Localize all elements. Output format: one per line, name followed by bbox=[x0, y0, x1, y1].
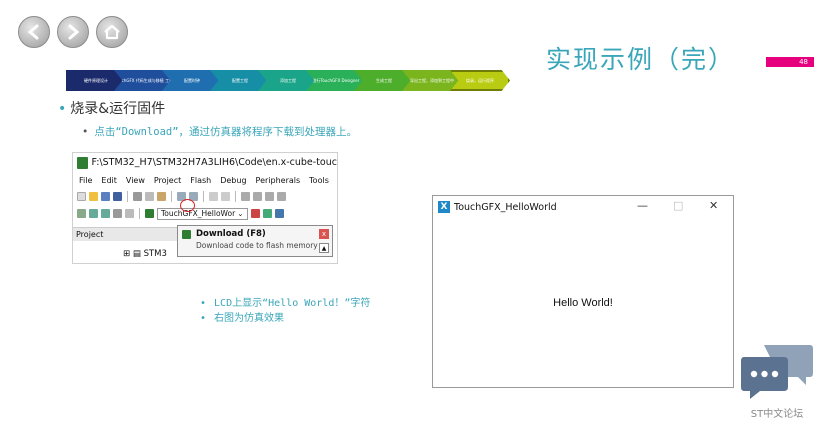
simulator-title-bar: X TouchGFX_HelloWorld — □ ✕ bbox=[433, 196, 733, 218]
forum-logo: ST中文论坛 bbox=[740, 343, 814, 421]
menu-item[interactable]: View bbox=[126, 176, 145, 185]
keil-title-bar: F:\STM32_H7\STM32H7A3LIH6\Code\en.x-cube… bbox=[73, 153, 337, 172]
minimize-button[interactable]: — bbox=[637, 199, 648, 212]
result-item: • 右图为仿真效果 bbox=[200, 313, 285, 324]
target-select-value: TouchGFX_HelloWor bbox=[161, 209, 236, 218]
translate-icon[interactable] bbox=[77, 209, 86, 218]
bookmark-clear-icon[interactable] bbox=[277, 192, 286, 201]
keil-toolbar-1 bbox=[73, 188, 337, 205]
build-icon[interactable] bbox=[89, 209, 98, 218]
menu-item[interactable]: Edit bbox=[101, 176, 117, 185]
batch-build-icon[interactable] bbox=[113, 209, 122, 218]
bookmark-next-icon[interactable] bbox=[265, 192, 274, 201]
simulator-window: X TouchGFX_HelloWorld — □ ✕ Hello World! bbox=[432, 195, 734, 388]
keil-window-title: F:\STM32_H7\STM32H7A3LIH6\Code\en.x-cube… bbox=[91, 157, 337, 168]
menu-item[interactable]: Flash bbox=[190, 176, 211, 185]
rebuild-icon[interactable] bbox=[101, 209, 110, 218]
hello-world-text: Hello World! bbox=[553, 297, 613, 309]
menu-item[interactable]: Debug bbox=[220, 176, 246, 185]
chat-bubbles-icon bbox=[741, 345, 813, 399]
bookmark-prev-icon[interactable] bbox=[253, 192, 262, 201]
menu-item[interactable]: File bbox=[79, 176, 92, 185]
save-all-icon[interactable] bbox=[113, 192, 122, 201]
nav-forward-icon[interactable] bbox=[221, 192, 230, 201]
project-tree-item-label: STM3 bbox=[143, 249, 167, 259]
result-list: • LCD上显示“Hello World！”字符 • 右图为仿真效果 bbox=[200, 296, 370, 326]
nav-back-icon[interactable] bbox=[209, 192, 218, 201]
slide-title: 实现示例（完） bbox=[546, 45, 736, 74]
pack-installer-icon[interactable] bbox=[274, 209, 284, 218]
main-bullet: • 烧录&运行固件 bbox=[58, 101, 166, 117]
home-icon bbox=[104, 24, 120, 40]
result-item: • LCD上显示“Hello World！”字符 bbox=[200, 298, 371, 309]
scroll-up-icon[interactable]: ▲ bbox=[319, 243, 329, 253]
download-icon bbox=[182, 229, 191, 239]
stop-build-icon[interactable] bbox=[125, 209, 134, 218]
sub-bullet: • 点击“Download”，通过仿真器将程序下载到处理器上。 bbox=[82, 126, 358, 138]
keil-app-icon bbox=[77, 156, 89, 169]
target-select[interactable]: TouchGFX_HelloWor ⌄ bbox=[157, 207, 248, 220]
chevron-right-icon bbox=[68, 24, 80, 40]
back-button[interactable] bbox=[18, 16, 50, 48]
download-icon[interactable] bbox=[145, 209, 154, 218]
new-file-icon[interactable] bbox=[77, 192, 86, 201]
tooltip-description: Download code to flash memory bbox=[196, 241, 318, 250]
process-steps: 硬件原理设计 TouchGFX 代码生成与移植 工程 配置时钟 配置工程 添加工程 进行T… bbox=[66, 70, 516, 91]
home-button[interactable] bbox=[96, 16, 128, 48]
main-bullet-text: 烧录&运行固件 bbox=[70, 101, 166, 117]
result-item-text: 右图为仿真效果 bbox=[214, 313, 285, 324]
keil-toolbar-2: TouchGFX_HelloWor ⌄ bbox=[73, 205, 337, 222]
project-panel-header: Project bbox=[73, 227, 177, 241]
keil-menu-bar: File Edit View Project Flash Debug Peripherals… bbox=[73, 172, 337, 188]
open-folder-icon[interactable] bbox=[89, 192, 98, 201]
page-number-badge: 48 bbox=[766, 57, 814, 67]
forward-button[interactable] bbox=[57, 16, 89, 48]
manage-components-icon[interactable] bbox=[262, 209, 272, 218]
maximize-button[interactable]: □ bbox=[673, 199, 683, 212]
download-highlight-circle bbox=[180, 199, 195, 212]
save-icon[interactable] bbox=[101, 192, 110, 201]
sub-bullet-text: 点击“Download”，通过仿真器将程序下载到处理器上。 bbox=[94, 126, 358, 138]
menu-item[interactable]: Peripherals bbox=[256, 176, 301, 185]
chevron-left-icon bbox=[27, 24, 39, 40]
menu-item[interactable]: Tools bbox=[309, 176, 329, 185]
download-tooltip: Download (F8) Download code to flash mem… bbox=[177, 225, 333, 257]
menu-item[interactable]: Project bbox=[154, 176, 181, 185]
close-button[interactable]: ✕ bbox=[709, 199, 718, 212]
simulator-display: Hello World! bbox=[433, 218, 733, 388]
forum-label: ST中文论坛 bbox=[750, 409, 804, 420]
simulator-title: TouchGFX_HelloWorld bbox=[454, 201, 557, 213]
chevron-down-icon: ⌄ bbox=[237, 209, 244, 218]
options-for-target-icon[interactable] bbox=[250, 209, 260, 218]
cut-icon[interactable] bbox=[133, 192, 142, 201]
tooltip-title: Download (F8) bbox=[196, 229, 266, 239]
copy-icon[interactable] bbox=[145, 192, 154, 201]
touchgfx-logo-icon: X bbox=[438, 201, 450, 213]
process-step: 烧录，运行程序 bbox=[450, 70, 510, 91]
project-tree-item[interactable]: ⊞ ▤ STM3 bbox=[123, 249, 167, 259]
close-icon[interactable]: x bbox=[319, 229, 329, 239]
result-item-text: LCD上显示“Hello World！”字符 bbox=[214, 298, 371, 309]
bookmark-icon[interactable] bbox=[241, 192, 250, 201]
keil-ide-screenshot: F:\STM32_H7\STM32H7A3LIH6\Code\en.x-cube… bbox=[72, 152, 338, 264]
paste-icon[interactable] bbox=[157, 192, 166, 201]
